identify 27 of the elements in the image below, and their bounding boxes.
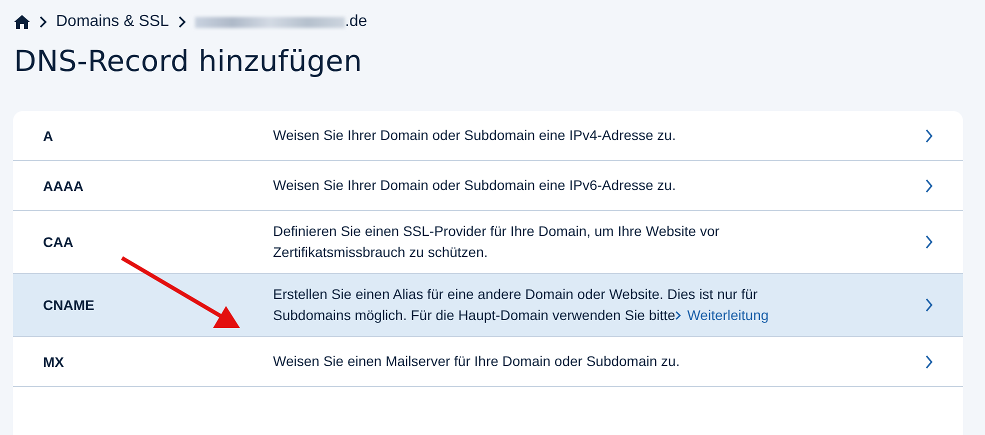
home-icon[interactable] — [14, 15, 30, 29]
record-type: CNAME — [42, 297, 96, 313]
breadcrumb-link[interactable]: .de — [344, 13, 368, 31]
page-title: DNS-Record hinzufügen — [14, 44, 364, 78]
record-type: CAA — [42, 234, 74, 250]
record-row[interactable]: AAAA Weisen Sie Ihrer Domain oder Subdomain eine IPv6-Adresse zu. — [13, 161, 963, 211]
chevron-icon — [925, 354, 933, 368]
breadcrumb-link[interactable]: Domains & SSL — [56, 13, 169, 31]
record-row[interactable]: MX Weisen Sie einen Mailserver für Ihre Domain oder Subdomain zu. — [13, 337, 963, 387]
chevron-icon — [675, 311, 682, 320]
chevron-icon — [925, 298, 933, 312]
record-type: MX — [42, 354, 65, 370]
record-description: Weisen Sie einen Mailserver für Ihre Domain oder Subdomain zu. — [273, 352, 681, 371]
forwarding-link[interactable]: Weiterleitung — [675, 307, 769, 323]
record-description: Definieren Sie einen SSL-Provider für Ihre Domain, um Ihre Website vor Zertifikatsmissbrauch zu schützen. — [273, 222, 720, 262]
chevron-icon — [925, 235, 933, 249]
chevron-icon — [178, 16, 186, 28]
record-type: A — [42, 128, 54, 144]
record-row[interactable]: CNAME Erstellen Sie einen Alias für eine andere Domain oder Website. Dies ist nur für Subdomains möglich. Für die Haupt-Domain verwenden Sie bitte Weiterleitung — [13, 274, 963, 337]
chevron-icon — [925, 128, 933, 142]
record-description: Erstellen Sie einen Alias für eine andere Domain oder Website. Dies ist nur für Subdomains möglich. Für die Haupt-Domain verwenden Sie bitte Weiterleitung — [273, 285, 770, 325]
chevron-icon — [925, 178, 933, 192]
record-type: AAAA — [42, 178, 84, 194]
record-description: Weisen Sie Ihrer Domain oder Subdomain eine IPv4-Adresse zu. — [273, 126, 677, 145]
record-description: Weisen Sie Ihrer Domain oder Subdomain eine IPv6-Adresse zu. — [273, 176, 677, 195]
chevron-icon — [39, 16, 47, 28]
record-row[interactable]: A Weisen Sie Ihrer Domain oder Subdomain eine IPv4-Adresse zu. — [13, 111, 963, 161]
